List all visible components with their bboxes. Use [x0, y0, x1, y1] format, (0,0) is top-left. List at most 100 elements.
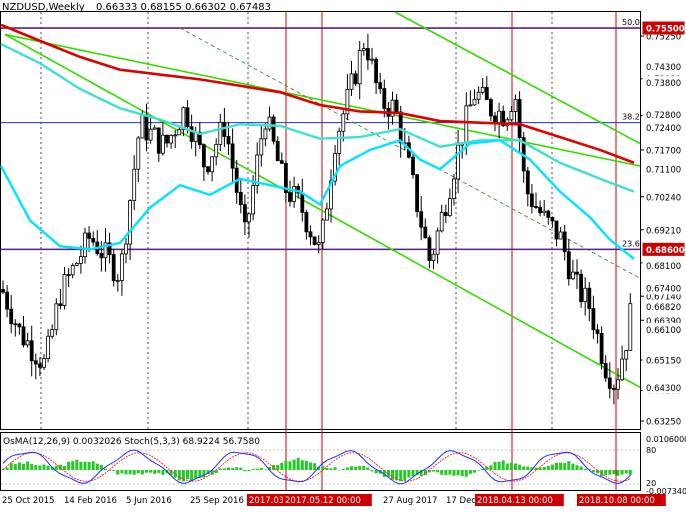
candle-body [111, 254, 116, 282]
osma-bar [407, 470, 411, 478]
candle-body [206, 166, 210, 173]
candle-body [238, 191, 243, 206]
candle-body [17, 323, 22, 328]
candle-body [509, 111, 514, 121]
osma-bar [243, 470, 247, 472]
candle-body [628, 303, 633, 351]
osma-bar [432, 470, 435, 472]
candle-body [468, 104, 473, 107]
osma-bar [505, 463, 509, 470]
osma-bar [325, 467, 329, 470]
candle-body [259, 138, 264, 156]
osma-bar [145, 470, 148, 473]
candle-body [255, 154, 260, 186]
osma-bar [128, 470, 132, 475]
candle-body [513, 99, 518, 112]
osma-bar [452, 470, 456, 476]
osma-bar [493, 462, 497, 470]
osma-bar [79, 461, 83, 470]
osma-bar [497, 461, 501, 470]
price-level-label: 0.72400 [646, 124, 681, 134]
y-tick-label: 0.63250 [646, 417, 681, 427]
osma-bar [13, 464, 17, 470]
candle-body [472, 98, 477, 106]
osma-bar [391, 470, 394, 480]
osma-bar [22, 463, 25, 470]
candle-body [247, 213, 251, 223]
osma-bar [26, 461, 30, 470]
x-tick-label: 27 Aug 2017 [383, 496, 437, 506]
price-level-label: 0.64300 [646, 384, 681, 394]
osma-bar [153, 470, 157, 474]
candle-body [435, 230, 440, 255]
candle-body [341, 113, 346, 132]
fibonacci-label: 38.2 [622, 113, 640, 122]
vertical-marker-label: 2018.04.13 00:00 [477, 496, 553, 506]
price-level-label: 0.71100 [646, 166, 681, 176]
osma-bar [366, 467, 370, 470]
candle-body [300, 192, 305, 213]
candle-body [148, 128, 153, 141]
osma-bar [501, 460, 505, 470]
vertical-marker-label: 2018.10.08 00:00 [579, 496, 655, 506]
osma-bar [313, 463, 317, 470]
candle-body [66, 274, 71, 276]
osma-bar [46, 465, 50, 470]
candle-body [1, 289, 5, 293]
osma-bar [456, 470, 460, 476]
candle-body [566, 251, 571, 280]
osma-bar [571, 463, 575, 470]
candle-body [70, 265, 75, 276]
candle-body [439, 212, 444, 232]
osma-bar [17, 462, 21, 470]
osma-bar [559, 462, 563, 470]
candle-body [279, 160, 284, 164]
osma-bar [300, 460, 304, 470]
osma-bar [538, 467, 542, 470]
x-tick-label: 5 Jun 2016 [126, 496, 172, 506]
candle-body [456, 144, 461, 180]
osma-bar [214, 470, 218, 473]
osma-bar [280, 462, 284, 470]
candle-body [378, 82, 383, 89]
x-tick-label: 25 Oct 2015 [2, 496, 55, 506]
candle-body [476, 91, 481, 100]
osma-bar [575, 465, 579, 470]
candle-body [242, 204, 247, 223]
osma-bar [259, 467, 263, 470]
osma-bar [116, 470, 120, 475]
osma-bar [321, 466, 325, 470]
candle-body [275, 140, 280, 162]
x-tick-label: 25 Sep 2016 [190, 496, 244, 506]
osma-bar [83, 461, 87, 470]
candle-body [583, 287, 588, 303]
candle-body [50, 329, 55, 337]
osma-bar [468, 470, 472, 474]
candle-body [74, 262, 79, 266]
candle-body [575, 271, 579, 275]
osma-bar [624, 470, 628, 474]
price-level-label: 0.75500 [646, 25, 685, 35]
candle-body [324, 208, 329, 221]
candle-body [189, 126, 194, 142]
candle-body [230, 143, 235, 169]
osma-bar [555, 462, 558, 470]
osma-bar [345, 467, 349, 470]
candle-body [452, 178, 456, 199]
osma-bar [354, 466, 358, 470]
osma-bar [136, 470, 140, 474]
x-tick-label: 17 Dec [446, 496, 476, 506]
candle-body [484, 87, 489, 100]
osma-bar [288, 461, 292, 470]
osma-bar [337, 470, 341, 471]
candle-body [542, 210, 547, 214]
candle-body [46, 335, 50, 360]
osma-bar [91, 461, 95, 470]
candle-body [21, 326, 26, 346]
candle-body [558, 231, 563, 240]
osma-bar [370, 470, 374, 472]
price-level-label: 0.66820 [646, 303, 681, 313]
chart-area: 50.038.223.6 0.752500.739200.727700.7170… [0, 0, 686, 509]
osma-bar [227, 467, 230, 470]
candle-body [5, 291, 9, 310]
